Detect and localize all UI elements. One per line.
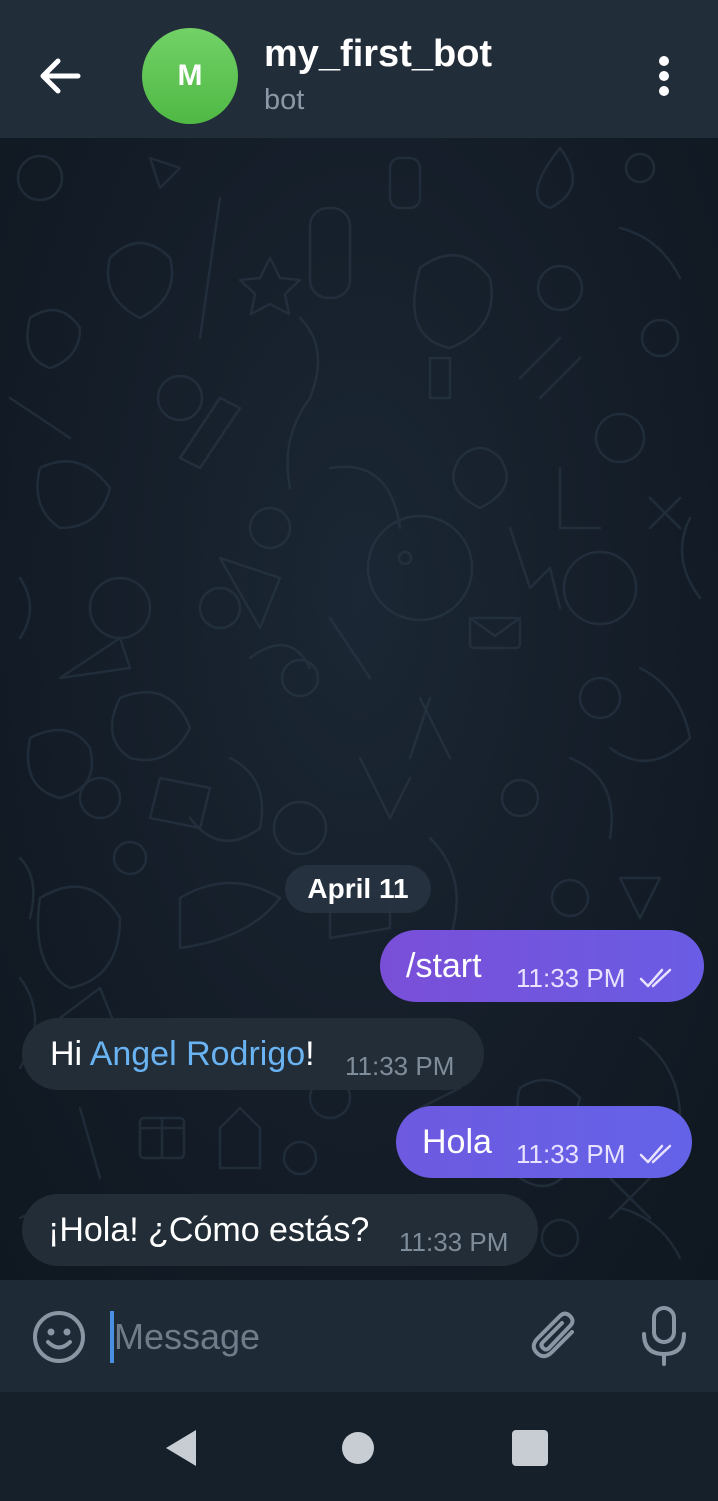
chat-title: my_first_bot: [264, 33, 493, 75]
incoming-message[interactable]: Hi Angel Rodrigo! 11:33 PM: [22, 1018, 484, 1090]
arrow-left-icon: [40, 58, 81, 94]
date-separator: April 11: [285, 865, 431, 913]
paperclip-icon[interactable]: [528, 1306, 586, 1366]
chat-title-block[interactable]: my_first_bot bot: [264, 30, 492, 120]
chat-screen: M my_first_bot bot April 11 /start 11:33…: [0, 0, 718, 1501]
chat-header: M my_first_bot bot: [0, 0, 718, 138]
message-list[interactable]: April 11 /start 11:33 PM Hi Angel Rodrig…: [0, 138, 718, 1280]
message-input[interactable]: [112, 1308, 494, 1366]
double-check-icon: [639, 1144, 672, 1164]
nav-home-icon[interactable]: [336, 1426, 380, 1470]
message-text-prefix: Hi: [50, 1035, 90, 1073]
more-vertical-icon: [659, 56, 669, 96]
message-time: 11:33 PM: [345, 1051, 455, 1081]
message-text: /start: [406, 947, 482, 985]
system-navigation-bar: [0, 1392, 718, 1501]
outgoing-message[interactable]: Hola 11:33 PM: [396, 1106, 692, 1178]
more-options-button[interactable]: [640, 48, 688, 104]
user-mention-link[interactable]: Angel Rodrigo: [90, 1035, 305, 1073]
nav-back-icon[interactable]: [160, 1426, 204, 1470]
microphone-icon[interactable]: [636, 1304, 692, 1368]
outgoing-message[interactable]: /start 11:33 PM: [380, 930, 704, 1002]
message-time: 11:33 PM: [516, 963, 626, 993]
message-text: Hola: [422, 1123, 492, 1161]
message-text: Hi Angel Rodrigo!: [50, 1034, 315, 1074]
message-time: 11:33 PM: [516, 1139, 626, 1169]
nav-recents-icon[interactable]: [508, 1426, 552, 1470]
back-button[interactable]: [28, 46, 92, 106]
message-composer: [0, 1280, 718, 1392]
avatar[interactable]: M: [142, 28, 238, 124]
double-check-icon: [639, 968, 672, 988]
incoming-message[interactable]: ¡Hola! ¿Cómo estás? 11:33 PM: [22, 1194, 538, 1266]
emoji-icon[interactable]: [30, 1308, 88, 1366]
message-text: ¡Hola! ¿Cómo estás?: [48, 1211, 370, 1249]
message-text-suffix: !: [305, 1035, 315, 1073]
chat-subtitle: bot: [264, 84, 305, 116]
message-time: 11:33 PM: [399, 1227, 509, 1257]
